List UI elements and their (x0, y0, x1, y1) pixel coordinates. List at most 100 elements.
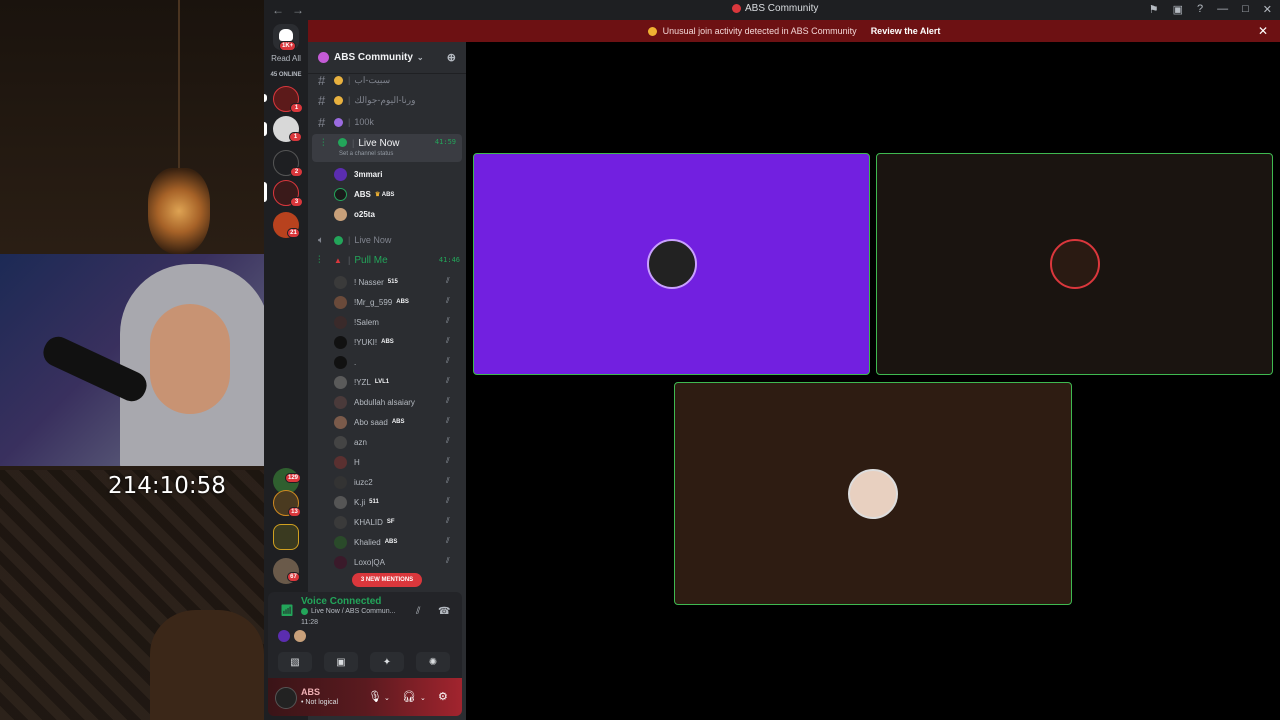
gear-icon[interactable]: ⚙ (438, 690, 448, 703)
channel-emoji-icon (334, 75, 343, 85)
server-badge: 2 (290, 167, 303, 177)
text-channel[interactable]: # | 100k (308, 112, 466, 132)
voice-user[interactable]: ABS ♛ ABS (334, 184, 466, 204)
user-name: ! Nasser (354, 277, 384, 287)
role-tag-text: 511 (369, 499, 379, 505)
inbox-icon[interactable]: ⚑ (1149, 3, 1159, 16)
avatar (646, 239, 697, 289)
voice-user[interactable]: Khalied ABS ⫽ (334, 532, 466, 552)
channel-status[interactable]: Set a channel status (339, 151, 393, 157)
server-folder[interactable] (273, 524, 299, 550)
home-button[interactable]: 1K+ (273, 24, 299, 51)
add-user-icon[interactable]: ⊕ (447, 51, 456, 64)
video-tile[interactable] (674, 382, 1072, 605)
microphone-icon[interactable]: 🎙︎ (368, 690, 382, 703)
voice-channel-pull-me[interactable]: ⫶ ▲ | Pull Me 41:46 (308, 250, 466, 270)
camera-off-button[interactable]: ▧ (278, 652, 312, 672)
voice-user[interactable]: H ⫽ (334, 452, 466, 472)
voice-channel-live-now[interactable]: ⫶ | Live Now 41:59 Set a channel status (312, 134, 462, 162)
server-icon[interactable]: 3 (273, 180, 303, 207)
voice-user[interactable]: !Mr_g_599 ABS ⫽ (334, 292, 466, 312)
webcam-feed (0, 254, 308, 466)
text-channel[interactable]: # | ورنا-اليوم-جوالك (308, 90, 466, 110)
server-icon[interactable]: 1 (273, 116, 302, 142)
disconnect-icon[interactable]: ☎ (438, 606, 450, 617)
avatar (334, 435, 347, 449)
voice-panel: 📶︎ Voice Connected Live Now / ABS Commun… (268, 592, 462, 678)
close-window-icon[interactable]: ✕ (1263, 3, 1272, 16)
separator: | (348, 95, 351, 105)
video-tile[interactable] (876, 153, 1273, 375)
voice-user[interactable]: Loxo|QA ⫽ (334, 552, 466, 572)
user-name: 3mmari (354, 169, 383, 179)
avatar (334, 187, 347, 201)
voice-user[interactable]: KHALID SF ⫽ (334, 512, 466, 532)
hash-icon: # (318, 72, 326, 88)
help-icon[interactable]: ? (1197, 3, 1203, 16)
server-icon[interactable]: 21 (273, 212, 300, 238)
voice-user[interactable]: K.ji 511 ⫽ (334, 492, 466, 512)
voice-user[interactable]: iuzc2 ⫽ (334, 472, 466, 492)
avatar (334, 515, 347, 529)
server-folder[interactable]: 13 (273, 490, 301, 517)
user-name: !YZL (354, 377, 371, 387)
avatar (334, 275, 347, 289)
voice-user[interactable]: Abo saad ABS ⫽ (334, 412, 466, 432)
server-icon[interactable]: 67 (273, 558, 300, 584)
speaker-icon: 🔈︎ (318, 234, 324, 246)
text-channel[interactable]: # | سبيت-اب (308, 70, 466, 90)
back-arrow-icon[interactable]: ← (272, 3, 284, 17)
hash-icon: # (318, 114, 326, 130)
new-mentions-button[interactable]: 3 NEW MENTIONS (352, 573, 422, 587)
avatar (848, 468, 898, 519)
read-all-button[interactable]: Read All (264, 54, 308, 63)
screen-share-button[interactable]: ▣ (324, 652, 358, 672)
user-name: !Mr_g_599 (354, 297, 393, 307)
headphones-icon[interactable]: 🎧︎ (402, 690, 416, 703)
voice-active-icon: ⫶ (318, 254, 321, 266)
discord-logo-icon (279, 29, 293, 41)
avatar (334, 395, 347, 409)
voice-channel[interactable]: 🔈︎ | Live Now (308, 230, 466, 250)
tea-table (150, 610, 264, 720)
channel-emoji-icon (301, 608, 308, 615)
voice-user[interactable]: !Salem ⫽ (334, 312, 466, 332)
avatar (334, 455, 347, 469)
forward-arrow-icon[interactable]: → (292, 3, 304, 17)
user-name[interactable]: ABS (301, 687, 320, 697)
video-tile[interactable] (473, 153, 870, 375)
voice-status[interactable]: Voice Connected (301, 596, 381, 607)
window-title: ABS Community (732, 3, 818, 14)
streamer-face (150, 304, 230, 414)
server-icon[interactable]: 2 (273, 150, 303, 177)
role-tag-text: LVL1 (374, 379, 390, 385)
user-name: Abdullah alsaiary (354, 397, 415, 407)
voice-user[interactable]: o25ta (334, 204, 466, 224)
server-icon[interactable]: 1 (273, 86, 303, 113)
close-alert-icon[interactable]: ✕ (1258, 24, 1268, 38)
voice-user[interactable]: ! Nasser 515 ⫽ (334, 272, 466, 292)
muted-icon: ⫽ (446, 356, 450, 365)
chevron-down-icon[interactable]: ⌄ (420, 694, 426, 702)
screen-icon[interactable]: ▣ (1173, 3, 1183, 16)
chevron-down-icon[interactable]: ⌄ (384, 694, 390, 702)
channel-emoji-icon (338, 138, 347, 147)
voice-user[interactable]: 3mmari (334, 164, 466, 184)
muted-icon: ⫽ (446, 336, 450, 345)
online-count: 45 ONLINE (270, 72, 302, 78)
maximize-icon[interactable]: □ (1242, 3, 1249, 16)
voice-user[interactable]: !YZL LVL1 ⫽ (334, 372, 466, 392)
voice-channel-name[interactable]: Live Now / ABS Commun... (311, 608, 395, 615)
avatar[interactable] (275, 687, 297, 709)
review-alert-button[interactable]: Review the Alert (871, 26, 941, 36)
voice-channel-info: Live Now / ABS Commun... (301, 608, 395, 615)
soundboard-button[interactable]: ✺ (416, 652, 450, 672)
role-tag-text: ABS (384, 539, 398, 545)
voice-user[interactable]: . ⫽ (334, 352, 466, 372)
voice-user[interactable]: azn ⫽ (334, 432, 466, 452)
noise-suppression-icon[interactable]: ⫽ (416, 606, 420, 617)
voice-user[interactable]: !YUKI! ABS ⫽ (334, 332, 466, 352)
activities-button[interactable]: ✦ (370, 652, 404, 672)
voice-user[interactable]: Abdullah alsaiary ⫽ (334, 392, 466, 412)
minimize-icon[interactable]: — (1217, 3, 1228, 16)
